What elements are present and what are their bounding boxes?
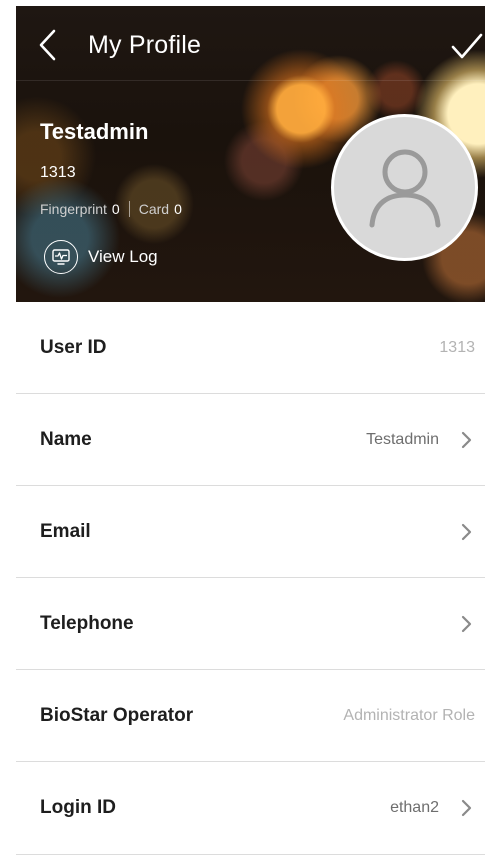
- telephone-label: Telephone: [40, 612, 134, 634]
- chevron-right-icon: [461, 615, 472, 632]
- back-button[interactable]: [34, 28, 64, 62]
- biostar-operator-row: BioStar Operator Administrator Role: [16, 670, 485, 762]
- login-id-row[interactable]: Login ID ethan2: [16, 762, 485, 855]
- name-label: Name: [40, 428, 92, 450]
- chevron-left-icon: [39, 29, 56, 61]
- user-id-value: 1313: [439, 338, 475, 356]
- chevron-right-icon: [461, 523, 472, 540]
- login-id-label: Login ID: [40, 797, 116, 818]
- view-log-label: View Log: [88, 247, 158, 266]
- name-row[interactable]: Name Testadmin: [16, 394, 485, 486]
- fingerprint-label: Fingerprint: [40, 201, 107, 217]
- confirm-button[interactable]: [450, 32, 484, 62]
- card-label: Card: [138, 201, 170, 217]
- telephone-row[interactable]: Telephone: [16, 578, 485, 670]
- page-title: My Profile: [88, 31, 202, 59]
- profile-header: My Profile Testadmin 1313 Fingerprint 0 …: [16, 6, 485, 302]
- fingerprint-count: 0: [111, 201, 120, 217]
- credential-summary: Fingerprint 0 Card 0: [40, 201, 182, 217]
- user-avatar-placeholder-icon: [369, 149, 440, 227]
- user-id-row: User ID 1313: [16, 302, 485, 394]
- biostar-operator-label: BioStar Operator: [40, 704, 194, 726]
- login-id-value: ethan2: [390, 799, 439, 816]
- email-label: Email: [40, 520, 91, 542]
- profile-field-list: User ID 1313 Name Testadmin Email Teleph…: [16, 302, 485, 855]
- biostar-operator-value: Administrator Role: [343, 706, 475, 724]
- credential-divider: [128, 201, 130, 217]
- log-monitor-icon: [44, 240, 78, 274]
- avatar[interactable]: [331, 114, 478, 261]
- name-value: Testadmin: [366, 430, 439, 448]
- topbar-divider: [16, 80, 485, 81]
- chevron-right-icon: [461, 431, 472, 448]
- email-row[interactable]: Email: [16, 486, 485, 578]
- card-count: 0: [174, 201, 182, 217]
- chevron-right-icon: [461, 799, 472, 817]
- user-id-label: User ID: [40, 336, 107, 358]
- view-log-button[interactable]: View Log: [44, 240, 158, 274]
- checkmark-icon: [451, 33, 483, 59]
- profile-name: Testadmin: [40, 119, 149, 144]
- profile-user-code: 1313: [40, 164, 76, 181]
